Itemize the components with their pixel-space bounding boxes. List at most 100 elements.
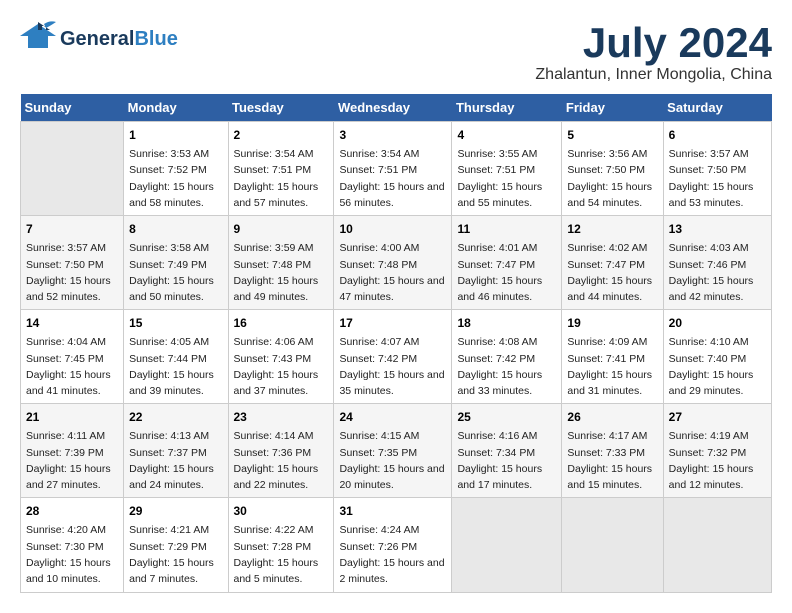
day-number: 30 xyxy=(234,502,329,520)
cell-content: Sunrise: 4:10 AM Sunset: 7:40 PM Dayligh… xyxy=(669,334,766,399)
sunrise-text: Sunrise: 4:21 AM xyxy=(129,524,209,536)
subtitle: Zhalantun, Inner Mongolia, China xyxy=(535,66,772,84)
cell-content: Sunrise: 4:20 AM Sunset: 7:30 PM Dayligh… xyxy=(26,522,118,587)
day-number: 15 xyxy=(129,314,222,332)
table-row: 22 Sunrise: 4:13 AM Sunset: 7:37 PM Dayl… xyxy=(124,404,228,498)
cell-content: Sunrise: 4:03 AM Sunset: 7:46 PM Dayligh… xyxy=(669,240,766,305)
table-row: 11 Sunrise: 4:01 AM Sunset: 7:47 PM Dayl… xyxy=(452,216,562,310)
sunrise-text: Sunrise: 4:04 AM xyxy=(26,336,106,348)
sunset-text: Sunset: 7:43 PM xyxy=(234,353,312,365)
table-row xyxy=(21,122,124,216)
sunset-text: Sunset: 7:30 PM xyxy=(26,541,104,553)
daylight-text: Daylight: 15 hours and 41 minutes. xyxy=(26,369,111,397)
sunrise-text: Sunrise: 4:16 AM xyxy=(457,430,537,442)
sunrise-text: Sunrise: 4:10 AM xyxy=(669,336,749,348)
sunset-text: Sunset: 7:44 PM xyxy=(129,353,207,365)
sunset-text: Sunset: 7:34 PM xyxy=(457,447,535,459)
sunset-text: Sunset: 7:49 PM xyxy=(129,259,207,271)
sunset-text: Sunset: 7:29 PM xyxy=(129,541,207,553)
sunrise-text: Sunrise: 3:57 AM xyxy=(26,242,106,254)
cell-content: Sunrise: 4:24 AM Sunset: 7:26 PM Dayligh… xyxy=(339,522,446,587)
table-row: 5 Sunrise: 3:56 AM Sunset: 7:50 PM Dayli… xyxy=(562,122,663,216)
calendar-week-row: 28 Sunrise: 4:20 AM Sunset: 7:30 PM Dayl… xyxy=(21,498,772,592)
sunset-text: Sunset: 7:41 PM xyxy=(567,353,645,365)
calendar-week-row: 14 Sunrise: 4:04 AM Sunset: 7:45 PM Dayl… xyxy=(21,310,772,404)
daylight-text: Daylight: 15 hours and 5 minutes. xyxy=(234,557,319,585)
col-sunday: Sunday xyxy=(21,94,124,122)
page-header: GeneralBlue July 2024 Zhalantun, Inner M… xyxy=(20,20,772,84)
sunrise-text: Sunrise: 4:22 AM xyxy=(234,524,314,536)
day-number: 29 xyxy=(129,502,222,520)
sunrise-text: Sunrise: 3:56 AM xyxy=(567,148,647,160)
sunrise-text: Sunrise: 3:54 AM xyxy=(339,148,419,160)
sunset-text: Sunset: 7:47 PM xyxy=(457,259,535,271)
col-monday: Monday xyxy=(124,94,228,122)
table-row: 7 Sunrise: 3:57 AM Sunset: 7:50 PM Dayli… xyxy=(21,216,124,310)
daylight-text: Daylight: 15 hours and 12 minutes. xyxy=(669,463,754,491)
table-row xyxy=(663,498,771,592)
main-title: July 2024 xyxy=(535,20,772,66)
table-row: 19 Sunrise: 4:09 AM Sunset: 7:41 PM Dayl… xyxy=(562,310,663,404)
day-number: 14 xyxy=(26,314,118,332)
col-friday: Friday xyxy=(562,94,663,122)
daylight-text: Daylight: 15 hours and 22 minutes. xyxy=(234,463,319,491)
day-number: 27 xyxy=(669,408,766,426)
daylight-text: Daylight: 15 hours and 53 minutes. xyxy=(669,181,754,209)
cell-content: Sunrise: 3:54 AM Sunset: 7:51 PM Dayligh… xyxy=(339,146,446,211)
daylight-text: Daylight: 15 hours and 56 minutes. xyxy=(339,181,444,209)
daylight-text: Daylight: 15 hours and 50 minutes. xyxy=(129,275,214,303)
cell-content: Sunrise: 4:14 AM Sunset: 7:36 PM Dayligh… xyxy=(234,428,329,493)
sunset-text: Sunset: 7:51 PM xyxy=(339,164,417,176)
cell-content: Sunrise: 4:05 AM Sunset: 7:44 PM Dayligh… xyxy=(129,334,222,399)
table-row: 10 Sunrise: 4:00 AM Sunset: 7:48 PM Dayl… xyxy=(334,216,452,310)
cell-content: Sunrise: 4:13 AM Sunset: 7:37 PM Dayligh… xyxy=(129,428,222,493)
day-number: 7 xyxy=(26,220,118,238)
cell-content: Sunrise: 3:53 AM Sunset: 7:52 PM Dayligh… xyxy=(129,146,222,211)
calendar-header-row: Sunday Monday Tuesday Wednesday Thursday… xyxy=(21,94,772,122)
daylight-text: Daylight: 15 hours and 20 minutes. xyxy=(339,463,444,491)
table-row: 17 Sunrise: 4:07 AM Sunset: 7:42 PM Dayl… xyxy=(334,310,452,404)
table-row: 12 Sunrise: 4:02 AM Sunset: 7:47 PM Dayl… xyxy=(562,216,663,310)
sunrise-text: Sunrise: 4:06 AM xyxy=(234,336,314,348)
day-number: 10 xyxy=(339,220,446,238)
logo: GeneralBlue xyxy=(20,20,178,57)
table-row xyxy=(452,498,562,592)
daylight-text: Daylight: 15 hours and 52 minutes. xyxy=(26,275,111,303)
sunrise-text: Sunrise: 4:09 AM xyxy=(567,336,647,348)
day-number: 6 xyxy=(669,126,766,144)
daylight-text: Daylight: 15 hours and 44 minutes. xyxy=(567,275,652,303)
day-number: 4 xyxy=(457,126,556,144)
cell-content: Sunrise: 4:02 AM Sunset: 7:47 PM Dayligh… xyxy=(567,240,657,305)
daylight-text: Daylight: 15 hours and 7 minutes. xyxy=(129,557,214,585)
cell-content: Sunrise: 3:57 AM Sunset: 7:50 PM Dayligh… xyxy=(669,146,766,211)
day-number: 25 xyxy=(457,408,556,426)
day-number: 12 xyxy=(567,220,657,238)
sunrise-text: Sunrise: 3:54 AM xyxy=(234,148,314,160)
table-row: 24 Sunrise: 4:15 AM Sunset: 7:35 PM Dayl… xyxy=(334,404,452,498)
sunrise-text: Sunrise: 3:55 AM xyxy=(457,148,537,160)
daylight-text: Daylight: 15 hours and 57 minutes. xyxy=(234,181,319,209)
sunset-text: Sunset: 7:28 PM xyxy=(234,541,312,553)
day-number: 21 xyxy=(26,408,118,426)
cell-content: Sunrise: 3:58 AM Sunset: 7:49 PM Dayligh… xyxy=(129,240,222,305)
sunset-text: Sunset: 7:51 PM xyxy=(234,164,312,176)
day-number: 11 xyxy=(457,220,556,238)
cell-content: Sunrise: 3:54 AM Sunset: 7:51 PM Dayligh… xyxy=(234,146,329,211)
sunrise-text: Sunrise: 4:24 AM xyxy=(339,524,419,536)
table-row: 23 Sunrise: 4:14 AM Sunset: 7:36 PM Dayl… xyxy=(228,404,334,498)
cell-content: Sunrise: 4:17 AM Sunset: 7:33 PM Dayligh… xyxy=(567,428,657,493)
table-row: 31 Sunrise: 4:24 AM Sunset: 7:26 PM Dayl… xyxy=(334,498,452,592)
cell-content: Sunrise: 4:11 AM Sunset: 7:39 PM Dayligh… xyxy=(26,428,118,493)
sunrise-text: Sunrise: 4:08 AM xyxy=(457,336,537,348)
table-row: 21 Sunrise: 4:11 AM Sunset: 7:39 PM Dayl… xyxy=(21,404,124,498)
table-row: 14 Sunrise: 4:04 AM Sunset: 7:45 PM Dayl… xyxy=(21,310,124,404)
day-number: 17 xyxy=(339,314,446,332)
cell-content: Sunrise: 4:15 AM Sunset: 7:35 PM Dayligh… xyxy=(339,428,446,493)
sunset-text: Sunset: 7:37 PM xyxy=(129,447,207,459)
sunset-text: Sunset: 7:50 PM xyxy=(567,164,645,176)
sunrise-text: Sunrise: 3:59 AM xyxy=(234,242,314,254)
cell-content: Sunrise: 4:06 AM Sunset: 7:43 PM Dayligh… xyxy=(234,334,329,399)
sunrise-text: Sunrise: 4:14 AM xyxy=(234,430,314,442)
sunrise-text: Sunrise: 4:01 AM xyxy=(457,242,537,254)
cell-content: Sunrise: 4:19 AM Sunset: 7:32 PM Dayligh… xyxy=(669,428,766,493)
